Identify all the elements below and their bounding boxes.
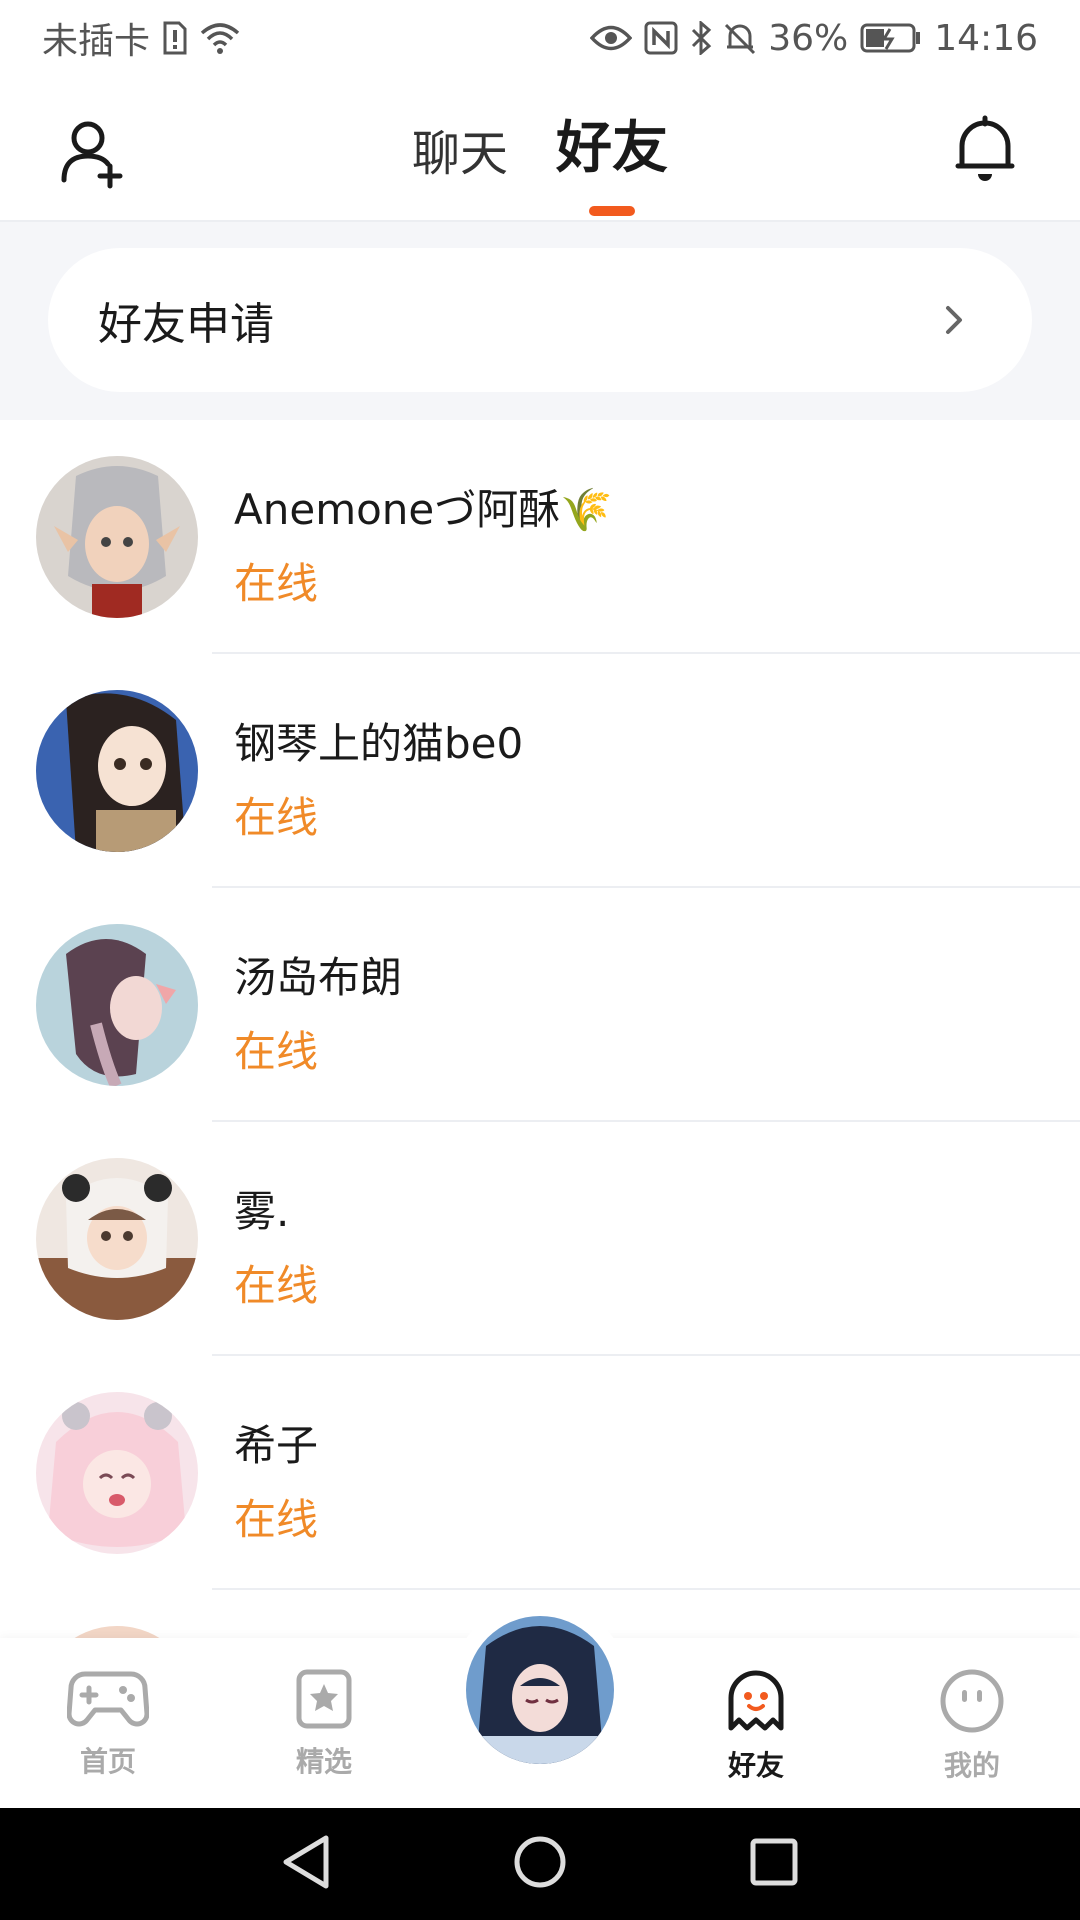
nav-home[interactable]: 首页 (38, 1668, 178, 1780)
friend-list-item[interactable]: Anemoneづ阿酥🌾 在线 (0, 420, 1080, 654)
status-bar-left: 未插卡 (42, 12, 240, 64)
sim-alert-icon (162, 21, 188, 55)
tab-bar: 聊天 好友 (0, 112, 1080, 184)
online-status: 在线 (234, 793, 319, 842)
online-status: 在线 (234, 1495, 319, 1544)
avatar[interactable] (36, 1392, 198, 1554)
battery-percent: 36% (768, 17, 849, 59)
nav-label: 首页 (79, 1745, 136, 1778)
friend-list-item[interactable]: 希子 在线 (0, 1356, 1080, 1590)
avatar[interactable] (36, 690, 198, 852)
nav-label: 好友 (725, 1744, 787, 1790)
nfc-icon (644, 21, 678, 55)
bluetooth-icon (690, 21, 712, 55)
back-triangle-icon[interactable] (280, 1834, 332, 1894)
wifi-icon (200, 21, 240, 55)
nav-me[interactable]: 我的 (902, 1668, 1042, 1784)
friend-list-item[interactable]: 汤岛布朗 在线 (0, 888, 1080, 1122)
bell-icon[interactable] (948, 112, 1022, 186)
avatar[interactable] (36, 1158, 198, 1320)
nav-label: 我的 (943, 1749, 1000, 1782)
avatar[interactable] (36, 456, 198, 618)
recents-square-icon[interactable] (748, 1836, 800, 1892)
face-icon (939, 1668, 1005, 1738)
friend-request-button[interactable]: 好友申请 (48, 248, 1032, 392)
friend-name: 希子 (234, 1421, 319, 1470)
friend-name: Anemoneづ阿酥🌾 (234, 485, 613, 534)
friend-list-item[interactable]: 雾. 在线 (0, 1122, 1080, 1356)
friend-request-section: 好友申请 (0, 222, 1080, 420)
online-status: 在线 (234, 559, 319, 608)
avatar[interactable] (36, 1626, 198, 1638)
system-navigation-bar (0, 1808, 1080, 1920)
center-avatar-button[interactable] (466, 1616, 614, 1764)
status-bar: 未插卡 36% 14:16 (0, 0, 1080, 76)
online-status: 在线 (234, 1027, 319, 1076)
gamepad-icon (66, 1668, 150, 1734)
carrier-text: 未插卡 (42, 21, 151, 62)
home-circle-icon[interactable] (512, 1834, 568, 1894)
friend-name: 钢琴上的猫be0 (234, 719, 524, 768)
tab-chat[interactable]: 聊天 (412, 112, 508, 184)
friend-list: Anemoneづ阿酥🌾 在线 钢琴上的猫be0 在线 汤岛布朗 在线 雾. 在线… (0, 420, 1080, 1638)
top-header: 聊天 好友 (0, 76, 1080, 222)
friend-request-label: 好友申请 (98, 299, 274, 350)
friend-list-item[interactable]: 钢琴上的猫be0 在线 (0, 654, 1080, 888)
friend-name: 汤岛布朗 (234, 953, 403, 1002)
friend-name: 雾. (234, 1187, 290, 1236)
nav-label: 精选 (295, 1745, 352, 1778)
nav-featured[interactable]: 精选 (254, 1668, 394, 1780)
mute-bell-icon (724, 21, 756, 55)
chevron-right-icon (936, 302, 972, 338)
clock: 14:16 (934, 17, 1038, 59)
eye-icon (590, 23, 633, 53)
avatar[interactable] (36, 924, 198, 1086)
ghost-icon (725, 1668, 787, 1738)
bottom-navigation: 首页 精选 好友 我的 (0, 1600, 1080, 1808)
battery-charging-icon (860, 21, 922, 55)
online-status: 在线 (234, 1261, 319, 1310)
nav-friends[interactable]: 好友 (686, 1668, 826, 1790)
tab-friends[interactable]: 好友 (556, 112, 668, 184)
status-bar-right: 36% 14:16 (590, 18, 1038, 59)
star-bookmark-icon (293, 1668, 355, 1734)
